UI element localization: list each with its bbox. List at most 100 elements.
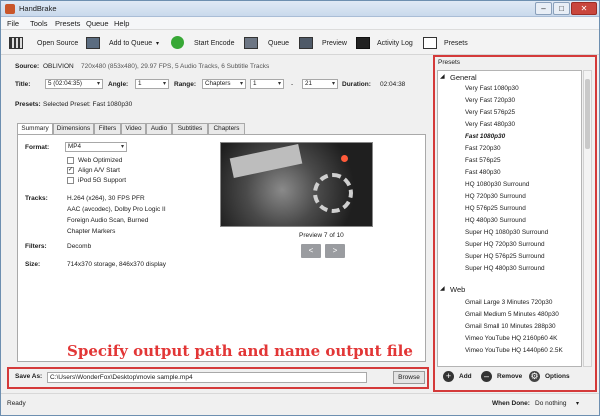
preset-item[interactable]: HQ 576p25 Surround [465, 205, 526, 212]
preset-item[interactable]: Very Fast 480p30 [465, 121, 515, 128]
range-type-dropdown[interactable]: Chapters [202, 79, 246, 89]
preset-item[interactable]: Gmail Medium 5 Minutes 480p30 [465, 311, 559, 318]
track-line: AAC (avcodec), Dolby Pro Logic II [67, 206, 166, 213]
preview-image [220, 142, 373, 227]
menu-file[interactable]: File [7, 19, 19, 28]
track-line: Foreign Audio Scan, Burned [67, 217, 149, 224]
preset-item-selected[interactable]: Fast 1080p30 [465, 133, 505, 140]
queue-icon[interactable] [244, 37, 258, 49]
source-info: 720x480 (853x480), 29.97 FPS, 5 Audio Tr… [81, 63, 270, 70]
menu-queue[interactable]: Queue [86, 19, 109, 28]
preset-item[interactable]: Gmail Small 10 Minutes 288p30 [465, 323, 556, 330]
preset-item[interactable]: Super HQ 576p25 Surround [465, 253, 545, 260]
tab-filters[interactable]: Filters [94, 123, 121, 134]
preset-item[interactable]: Very Fast 1080p30 [465, 85, 519, 92]
preview-icon[interactable] [299, 37, 313, 49]
add-icon[interactable]: + [443, 371, 454, 382]
open-source-button[interactable]: Open Source [37, 40, 78, 47]
tab-subtitles[interactable]: Subtitles [172, 123, 208, 134]
gear-icon[interactable]: ⚙ [529, 371, 540, 382]
align-av-checkbox[interactable]: ✓ [67, 167, 74, 174]
preset-item[interactable]: HQ 480p30 Surround [465, 217, 526, 224]
preview-next-button[interactable]: > [325, 244, 345, 258]
play-icon[interactable] [171, 36, 184, 49]
handbrake-window: HandBrake – □ ✕ File Tools Presets Queue… [0, 0, 600, 416]
add-to-queue-button[interactable]: Add to Queue [109, 40, 152, 47]
chevron-down-icon[interactable]: ▾ [576, 400, 579, 407]
web-optimized-label: Web Optimized [78, 157, 123, 164]
tab-audio[interactable]: Audio [146, 123, 172, 134]
menu-bar: File Tools Presets Queue Help [1, 17, 599, 30]
preset-group-general[interactable]: General [450, 73, 477, 82]
preset-item[interactable]: Very Fast 720p30 [465, 97, 515, 104]
scrollbar-thumb[interactable] [585, 79, 590, 149]
add-queue-icon[interactable] [86, 37, 100, 49]
web-optimized-checkbox[interactable] [67, 157, 74, 164]
preset-item[interactable]: Fast 576p25 [465, 157, 501, 164]
preset-options-button[interactable]: Options [545, 373, 570, 380]
minimize-icon[interactable]: – [535, 2, 552, 15]
presets-list: ◢ General Very Fast 1080p30 Very Fast 72… [437, 70, 582, 367]
format-dropdown[interactable]: MP4 [65, 142, 127, 152]
range-start-dropdown[interactable]: 1 [250, 79, 284, 89]
activity-log-button[interactable]: Activity Log [377, 40, 413, 47]
preset-group-web[interactable]: Web [450, 285, 465, 294]
presets-panel-header: Presets [438, 59, 461, 66]
start-encode-button[interactable]: Start Encode [194, 40, 234, 47]
range-label: Range: [174, 81, 197, 88]
preset-item[interactable]: Vimeo YouTube HQ 1440p60 2.5K [465, 347, 563, 354]
save-as-row: Save As: C:\Users\WonderFox\Desktop\movi… [7, 367, 429, 389]
remove-preset-button[interactable]: Remove [497, 373, 522, 380]
preset-item[interactable]: Gmail Large 3 Minutes 720p30 [465, 299, 552, 306]
presets-icon[interactable] [423, 37, 437, 49]
queue-button[interactable]: Queue [268, 40, 289, 47]
activity-log-icon[interactable] [356, 37, 370, 49]
tab-dimensions[interactable]: Dimensions [53, 123, 94, 134]
preview-caption: Preview 7 of 10 [299, 232, 344, 239]
angle-dropdown[interactable]: 1 [135, 79, 169, 89]
save-path-input[interactable]: C:\Users\WonderFox\Desktop\movie sample.… [47, 372, 367, 383]
preset-item[interactable]: Fast 720p30 [465, 145, 501, 152]
preset-item[interactable]: Super HQ 720p30 Surround [465, 241, 545, 248]
film-icon[interactable] [9, 37, 23, 49]
tab-video[interactable]: Video [121, 123, 146, 134]
range-end-dropdown[interactable]: 21 [302, 79, 338, 89]
annotation-text: Specify output path and name output file [67, 342, 413, 360]
menu-help[interactable]: Help [114, 19, 129, 28]
tab-chapters[interactable]: Chapters [208, 123, 245, 134]
preset-item[interactable]: Fast 480p30 [465, 169, 501, 176]
add-preset-button[interactable]: Add [459, 373, 472, 380]
when-done-dropdown[interactable]: Do nothing [535, 400, 566, 407]
preset-item[interactable]: HQ 720p30 Surround [465, 193, 526, 200]
filters-label: Filters: [25, 243, 47, 250]
menu-tools[interactable]: Tools [30, 19, 48, 28]
presets-button[interactable]: Presets [444, 40, 468, 47]
chevron-down-icon[interactable]: ▾ [156, 40, 159, 47]
maximize-icon[interactable]: □ [553, 2, 570, 15]
preset-item[interactable]: Super HQ 480p30 Surround [465, 265, 545, 272]
source-label: Source: [15, 63, 40, 70]
track-line: Chapter Markers [67, 228, 116, 235]
preset-item[interactable]: HQ 1080p30 Surround [465, 181, 529, 188]
save-as-label: Save As: [15, 373, 43, 380]
preset-item[interactable]: Very Fast 576p25 [465, 109, 515, 116]
preview-button[interactable]: Preview [322, 40, 347, 47]
tracks-label: Tracks: [25, 195, 48, 202]
collapse-triangle-icon[interactable]: ◢ [440, 285, 445, 292]
preset-item[interactable]: Super HQ 1080p30 Surround [465, 229, 548, 236]
align-av-label: Align A/V Start [78, 167, 120, 174]
remove-icon[interactable]: – [481, 371, 492, 382]
size-label: Size: [25, 261, 41, 268]
browse-button[interactable]: Browse [393, 371, 425, 384]
menu-presets[interactable]: Presets [55, 19, 80, 28]
collapse-triangle-icon[interactable]: ◢ [440, 73, 445, 80]
preview-prev-button[interactable]: < [301, 244, 321, 258]
close-icon[interactable]: ✕ [571, 2, 597, 15]
title-dropdown[interactable]: 5 (02:04:35) [45, 79, 103, 89]
ipod-checkbox[interactable] [67, 177, 74, 184]
preset-item[interactable]: Vimeo YouTube HQ 2160p60 4K [465, 335, 557, 342]
angle-label: Angle: [108, 81, 129, 88]
size-value: 714x370 storage, 846x370 display [67, 261, 167, 268]
presets-scrollbar[interactable] [583, 70, 592, 367]
ipod-label: iPod 5G Support [78, 177, 127, 184]
